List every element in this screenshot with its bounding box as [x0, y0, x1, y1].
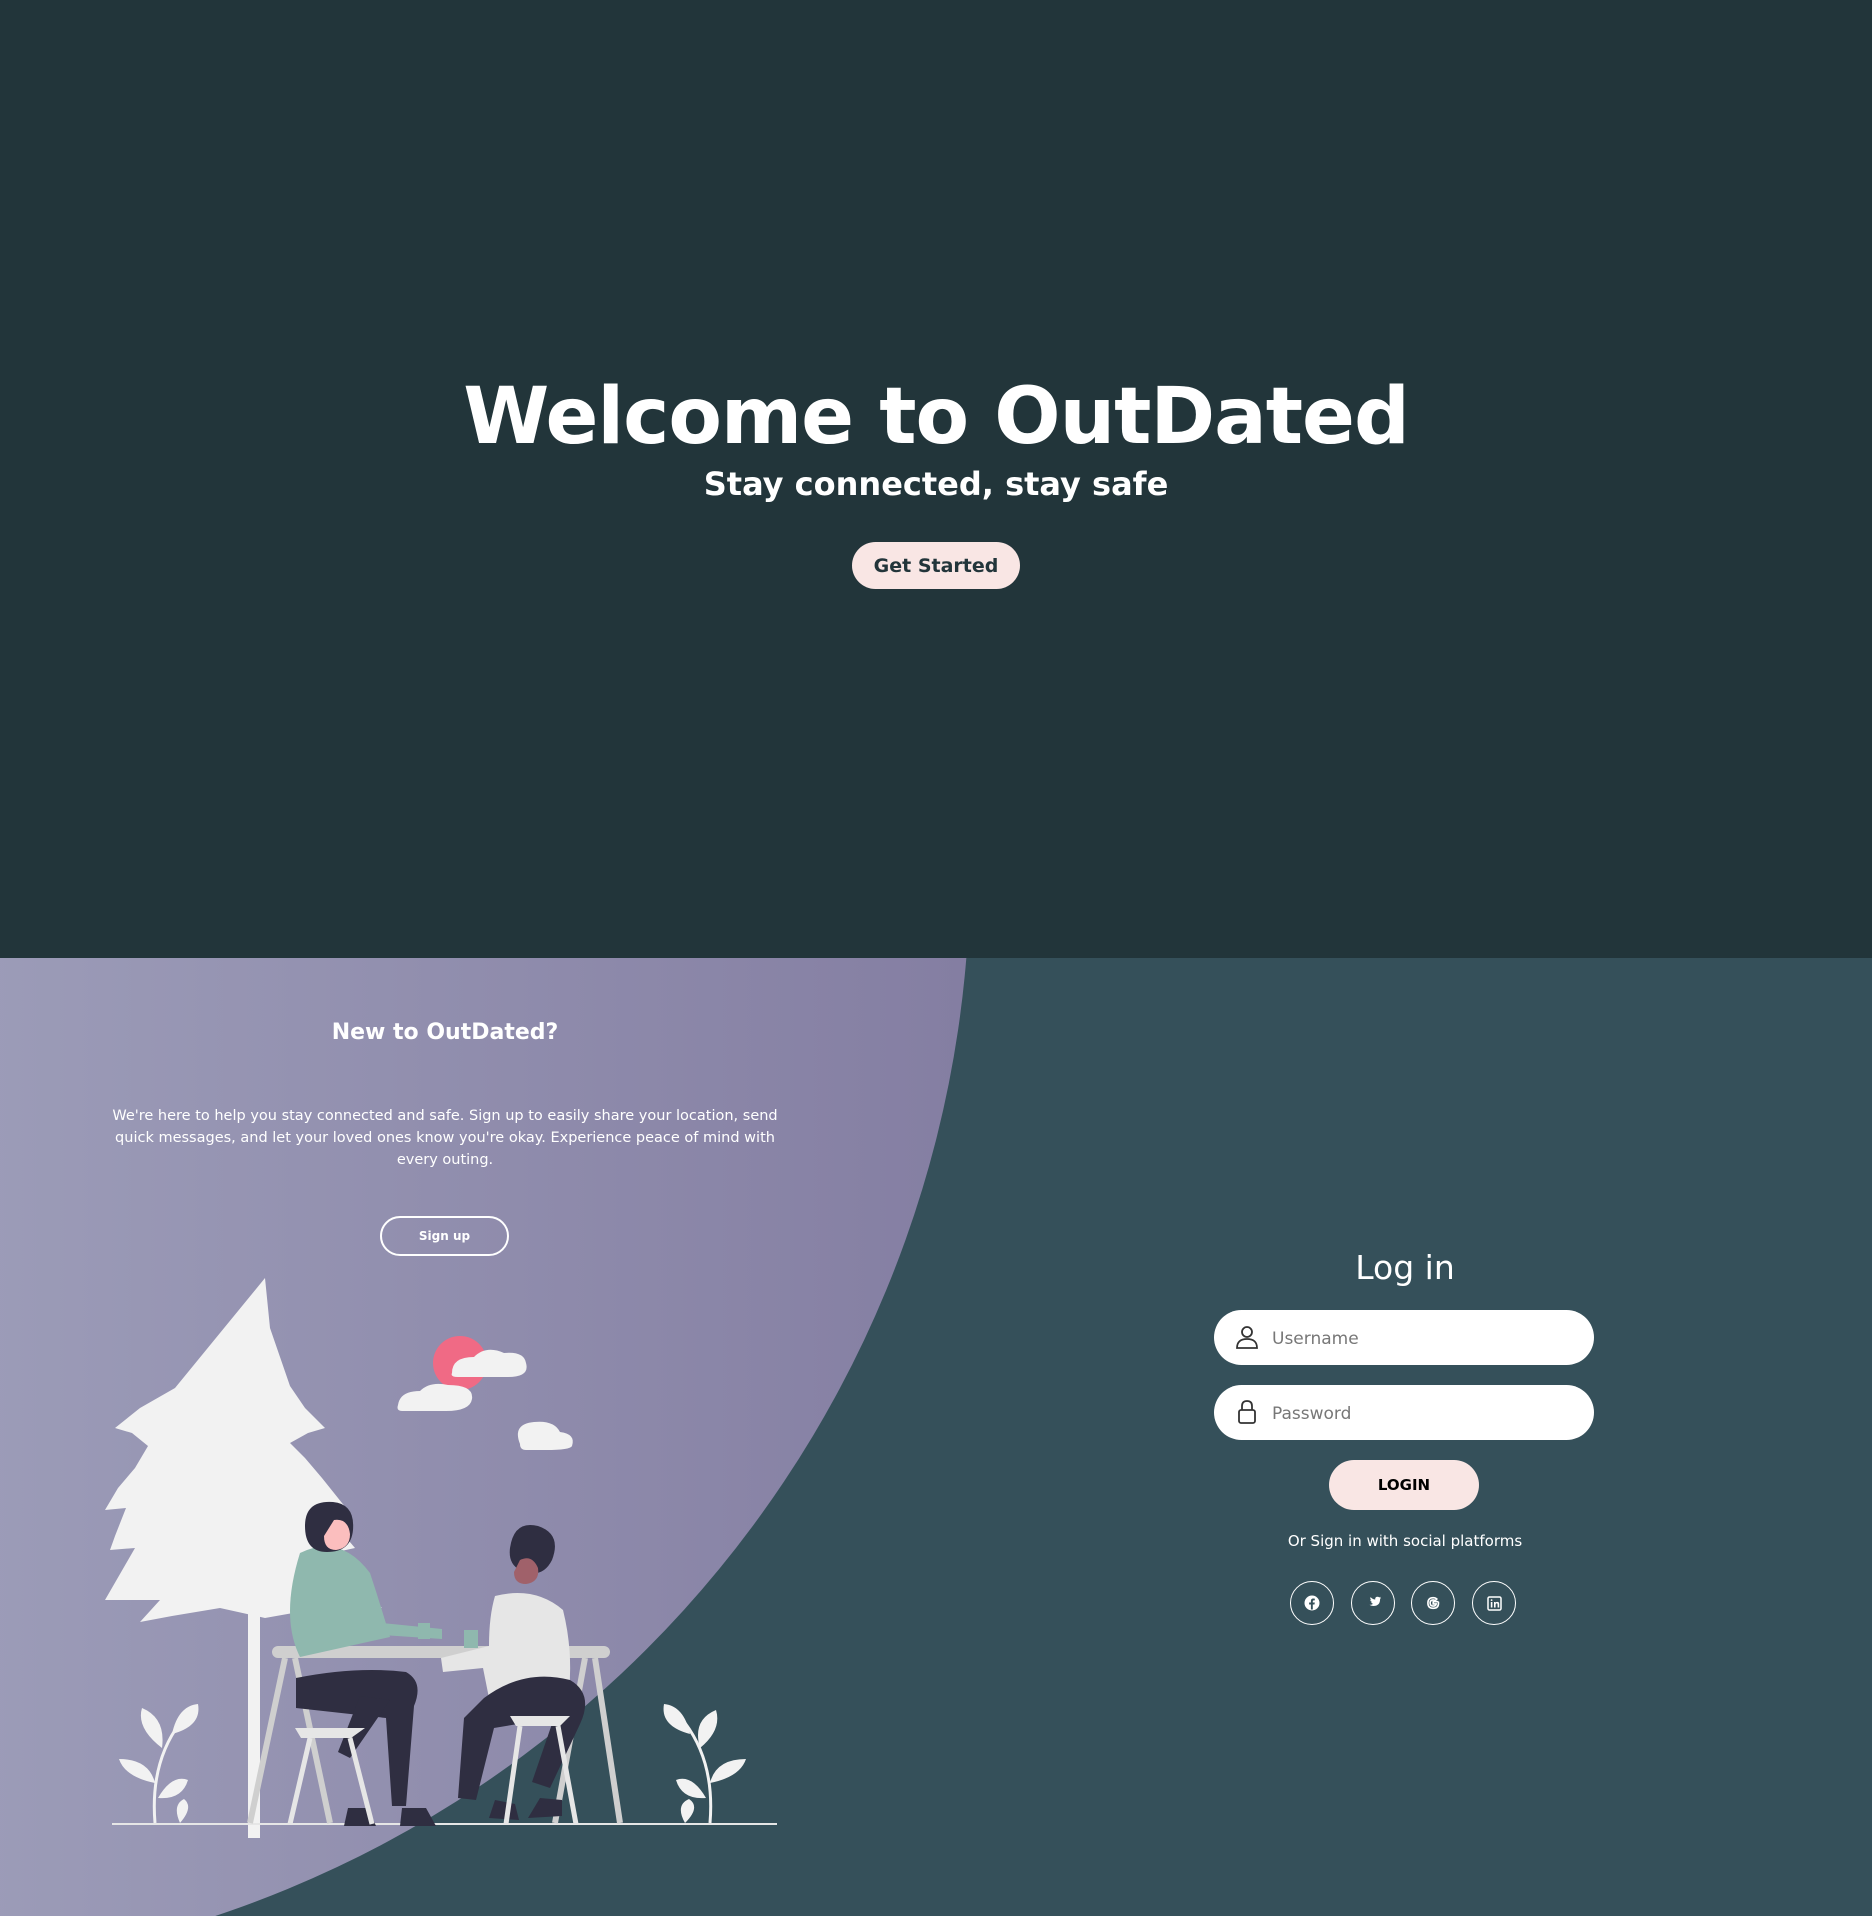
signup-panel-title: New to OutDated? — [331, 1020, 559, 1045]
facebook-button[interactable] — [1290, 1581, 1334, 1625]
username-field[interactable] — [1214, 1310, 1594, 1367]
login-form: Log in LOGIN Or Sign in with social plat… — [1210, 958, 1600, 1916]
password-field[interactable] — [1214, 1385, 1594, 1442]
password-input[interactable] — [1270, 1385, 1574, 1442]
linkedin-icon — [1486, 1595, 1502, 1611]
hero-section: Welcome to OutDated Stay connected, stay… — [0, 0, 1872, 958]
signup-panel: New to OutDated? We're here to help you … — [0, 958, 890, 1916]
username-input[interactable] — [1270, 1310, 1574, 1367]
hero-title: Welcome to OutDated — [463, 372, 1410, 462]
twitter-icon — [1369, 1596, 1381, 1606]
get-started-button[interactable]: Get Started — [852, 542, 1020, 589]
social-signin-text: Or Sign in with social platforms — [1287, 1532, 1523, 1550]
twitter-button[interactable] — [1351, 1581, 1395, 1625]
user-icon — [1236, 1326, 1258, 1349]
lock-icon — [1238, 1400, 1256, 1424]
auth-section: New to OutDated? We're here to help you … — [0, 958, 1872, 1916]
login-button[interactable]: LOGIN — [1329, 1460, 1479, 1510]
signup-panel-description: We're here to help you stay connected an… — [112, 1108, 778, 1168]
couple-date-illustration — [105, 1278, 777, 1838]
hero-subtitle: Stay connected, stay safe — [703, 465, 1169, 503]
google-icon — [1427, 1596, 1440, 1610]
login-title: Log in — [1355, 1248, 1455, 1287]
social-buttons — [1290, 1581, 1520, 1629]
google-button[interactable] — [1411, 1581, 1455, 1625]
sign-up-button[interactable]: Sign up — [380, 1216, 509, 1256]
facebook-icon — [1304, 1595, 1320, 1611]
linkedin-button[interactable] — [1472, 1581, 1516, 1625]
